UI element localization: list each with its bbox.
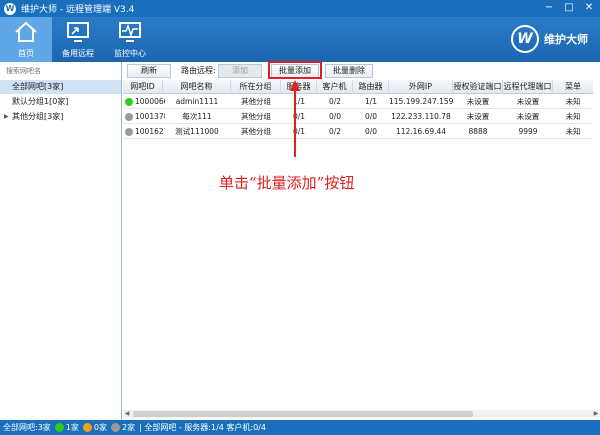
status-warning-count: 0家 <box>93 423 107 432</box>
cell-client: 0/0 <box>328 112 342 121</box>
toolbar-backup-remote-label: 备用远程 <box>62 49 94 58</box>
table-row[interactable]: 10000665 admin1111 其他分组 1/1 0/2 1/1 115.… <box>123 94 593 109</box>
status-total: 全部网吧:3家 <box>3 423 51 432</box>
toolbar-monitor-center-button[interactable]: 监控中心 <box>104 17 156 62</box>
status-online-icon <box>125 98 133 106</box>
cell-wan-ip: 122.233.110.78 <box>391 112 451 121</box>
search-input[interactable] <box>2 65 120 77</box>
status-bar: 全部网吧:3家 1家 0家 2家 | 全部网吧 - 服务器:1/4 客户机:0/… <box>0 420 600 435</box>
scroll-right-icon[interactable]: ▶ <box>592 410 600 418</box>
sidebar-item-other-group[interactable]: ▶ 其他分组[3家] <box>0 110 121 124</box>
cell-wan-ip: 115.199.247.159 <box>389 97 453 106</box>
status-online-count: 1家 <box>65 423 79 432</box>
add-button[interactable]: 添加 <box>218 64 262 78</box>
col-header-menu[interactable]: 菜单 <box>553 80 593 94</box>
cell-client: 0/2 <box>328 127 342 136</box>
sidebar-item-default-group[interactable]: 默认分组1[0家] <box>0 95 121 109</box>
home-icon <box>15 21 37 42</box>
highlight-box <box>268 61 322 79</box>
toolbar-home-button[interactable]: 首页 <box>0 17 52 62</box>
sidebar: 全部网吧[3家] 默认分组1[0家] ▶ 其他分组[3家] <box>0 62 122 420</box>
col-header-router[interactable]: 路由器 <box>353 80 389 94</box>
brand-name: 维护大师 <box>544 33 588 46</box>
cell-menu: 未知 <box>565 112 581 121</box>
table-header: 网吧ID 网吧名称 所在分组 服务器 客户机 路由器 外网IP 授权验证端口 远… <box>123 80 593 94</box>
cell-id: 10000665 <box>135 97 165 106</box>
cell-group: 其他分组 <box>241 127 271 136</box>
table-row[interactable]: 10013786 每次111 其他分组 0/1 0/0 0/0 122.233.… <box>123 109 593 124</box>
monitor-pulse-icon <box>119 22 141 42</box>
expand-arrow-icon[interactable]: ▶ <box>4 110 9 124</box>
cell-router: 1/1 <box>364 97 378 106</box>
offline-dot-icon <box>110 423 120 432</box>
close-button[interactable]: ✕ <box>580 1 598 15</box>
cell-proxy-port: 9999 <box>518 127 538 136</box>
col-header-name[interactable]: 网吧名称 <box>163 80 231 94</box>
col-header-auth-port[interactable]: 授权验证端口 <box>453 80 503 94</box>
cell-name: admin1111 <box>175 97 219 106</box>
brand: W 维护大师 <box>511 25 588 53</box>
annotation-text: 单击“批量添加”按钮 <box>219 174 355 192</box>
cell-router: 0/0 <box>364 127 378 136</box>
cell-router: 0/0 <box>364 112 378 121</box>
route-remote-label: 路由远程: <box>181 66 216 75</box>
main-toolbar: 首页 备用远程 监控中心 W 维护大师 <box>0 17 600 62</box>
sidebar-item-all[interactable]: 全部网吧[3家] <box>0 80 121 94</box>
col-header-proxy-port[interactable]: 远程代理端口 <box>503 80 553 94</box>
cell-wan-ip: 112.16.69.44 <box>395 127 447 136</box>
toolbar-home-label: 首页 <box>18 49 34 58</box>
col-header-group[interactable]: 所在分组 <box>231 80 281 94</box>
cell-menu: 未知 <box>565 127 581 136</box>
status-offline-icon <box>125 113 133 121</box>
sidebar-item-label: 其他分组[3家] <box>12 112 64 121</box>
action-bar: 刷新 路由远程: 添加 批量添加 批量删除 <box>123 62 600 80</box>
toolbar-monitor-center-label: 监控中心 <box>114 49 146 58</box>
cell-id: 10013786 <box>135 112 165 121</box>
batch-delete-button[interactable]: 批量删除 <box>325 64 373 78</box>
scroll-thumb[interactable] <box>133 411 473 417</box>
cell-proxy-port: 未设置 <box>516 112 540 121</box>
col-header-id[interactable]: 网吧ID <box>123 80 163 94</box>
cell-client: 0/2 <box>328 97 342 106</box>
annotation-arrow-icon <box>290 80 300 157</box>
cell-group: 其他分组 <box>241 97 271 106</box>
cell-auth-port: 8888 <box>468 127 488 136</box>
cell-name: 每次111 <box>182 112 212 121</box>
scroll-left-icon[interactable]: ◀ <box>123 410 131 418</box>
status-offline-icon <box>125 128 133 136</box>
window-title: 维护大师 - 远程管理端 V3.4 <box>21 5 135 15</box>
col-header-wan-ip[interactable]: 外网IP <box>389 80 453 94</box>
status-summary: | 全部网吧 - 服务器:1/4 客户机:0/4 <box>139 423 266 432</box>
minimize-button[interactable]: − <box>540 1 558 15</box>
status-offline-count: 2家 <box>121 423 136 432</box>
col-header-client[interactable]: 客户机 <box>317 80 353 94</box>
title-bar: W 维护大师 - 远程管理端 V3.4 − □ ✕ <box>0 0 600 17</box>
remote-desktop-icon <box>67 22 89 42</box>
cell-group: 其他分组 <box>241 112 271 121</box>
cell-id: 10016276 <box>135 127 165 136</box>
table-row[interactable]: 10016276 测试111000 其他分组 0/1 0/2 0/0 112.1… <box>123 124 593 139</box>
refresh-button[interactable]: 刷新 <box>127 64 171 78</box>
maximize-button[interactable]: □ <box>560 1 578 15</box>
cell-menu: 未知 <box>565 97 581 106</box>
app-logo-icon: W <box>4 2 16 15</box>
cell-name: 测试111000 <box>175 127 219 136</box>
brand-logo-icon: W <box>511 25 539 53</box>
online-dot-icon <box>54 423 64 432</box>
cell-auth-port: 未设置 <box>466 112 490 121</box>
horizontal-scrollbar[interactable]: ◀ ▶ <box>123 410 600 418</box>
warning-dot-icon <box>82 423 92 432</box>
toolbar-backup-remote-button[interactable]: 备用远程 <box>52 17 104 62</box>
cell-proxy-port: 未设置 <box>516 97 540 106</box>
cell-auth-port: 未设置 <box>466 97 490 106</box>
